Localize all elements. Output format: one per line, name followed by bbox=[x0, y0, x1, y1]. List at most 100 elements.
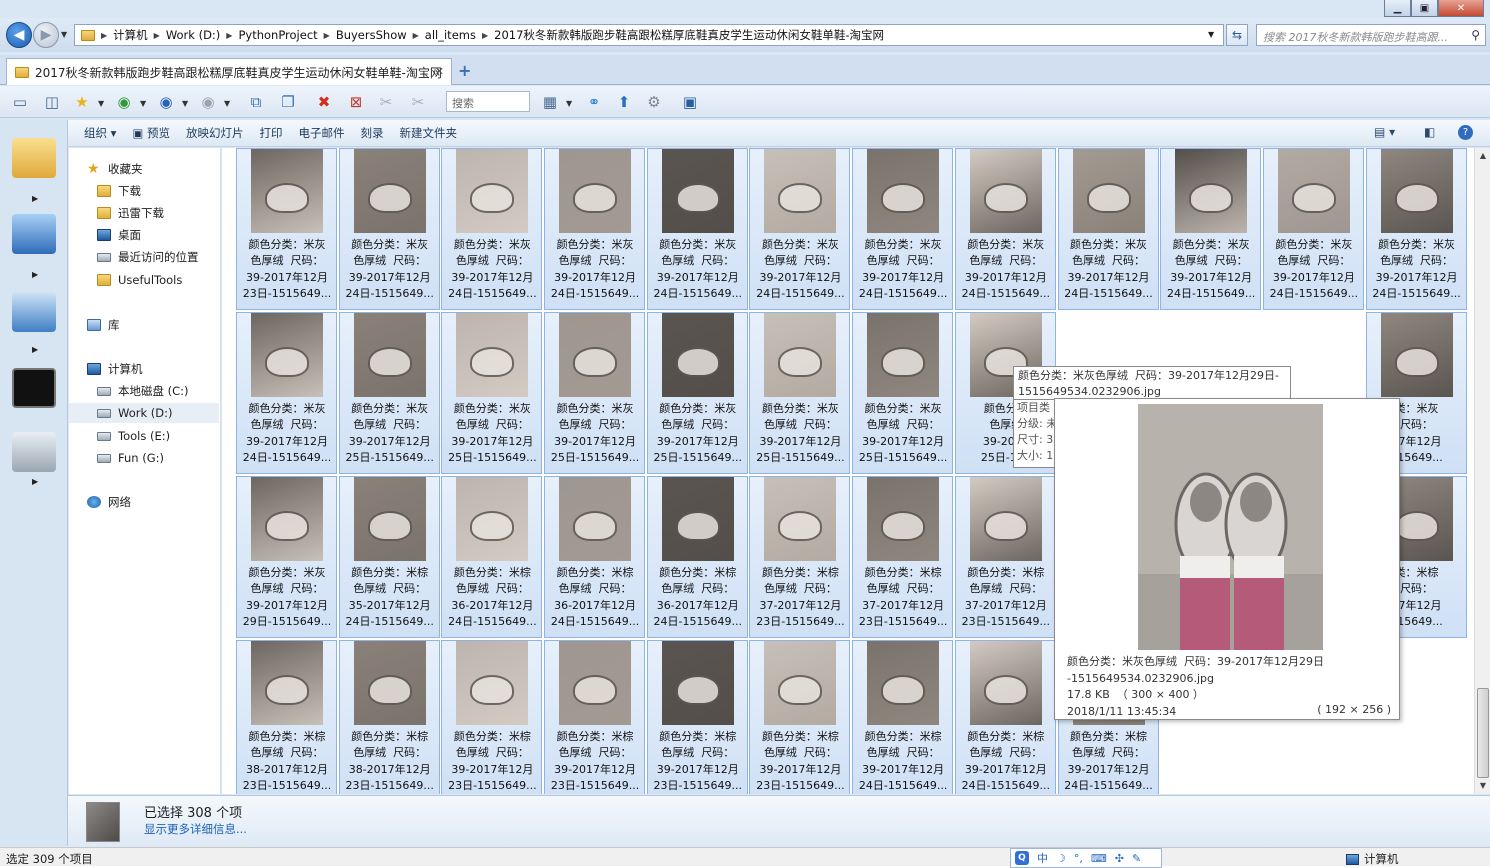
nav-drive-c[interactable]: 本地磁盘 (C:) bbox=[97, 381, 189, 401]
file-item[interactable]: 颜色分类：米棕 色厚绒 尺码： 36-2017年12月 24日-1515649.… bbox=[544, 476, 646, 638]
breadcrumb-computer[interactable]: 计算机 bbox=[113, 27, 148, 43]
nav-drive-g[interactable]: Fun (G:) bbox=[97, 448, 164, 468]
up-disabled-icon[interactable]: ◉ bbox=[198, 92, 218, 112]
maximize-button[interactable]: ▣ bbox=[1411, 0, 1438, 17]
forward-blue-icon[interactable]: ◉ bbox=[156, 92, 176, 112]
search-icon[interactable]: ⚲ bbox=[1471, 28, 1480, 42]
file-item[interactable]: 颜色分类：米棕 色厚绒 尺码： 38-2017年12月 23日-1515649.… bbox=[236, 640, 337, 794]
new-folder-button[interactable]: 新建文件夹 bbox=[399, 125, 457, 141]
chevron-down-icon[interactable]: ▼ bbox=[224, 99, 230, 108]
file-item[interactable]: 颜色分类：米灰 色厚绒 尺码： 39-2017年12月 29日-1515649.… bbox=[236, 476, 337, 638]
file-item[interactable]: 颜色分类：米灰 色厚绒 尺码： 39-2017年12月 24日-1515649.… bbox=[1262, 148, 1364, 310]
breadcrumb-current-folder[interactable]: 2017秋冬新款韩版跑步鞋高跟松糕厚底鞋真皮学生运动休闲女鞋单鞋-淘宝网 bbox=[494, 27, 884, 43]
preview-button[interactable]: ▣ 预览 bbox=[132, 125, 170, 141]
preview-pane-icon[interactable]: ◧ bbox=[1424, 125, 1435, 139]
ime-toolbar[interactable]: Q 中 ☽ °, ⌨ ✣ ✎ bbox=[1010, 848, 1162, 868]
nav-recent-places[interactable]: 最近访问的位置 bbox=[97, 247, 199, 267]
cut-icon[interactable]: ✂ bbox=[376, 92, 396, 112]
monitor-icon[interactable]: ▣ bbox=[680, 92, 700, 112]
file-item[interactable]: 颜色分类：米灰 色厚绒 尺码： 39-2017年12月 23日-1515649.… bbox=[236, 148, 337, 310]
computer-icon[interactable] bbox=[12, 214, 56, 254]
ime-settings-icon[interactable]: ✣ bbox=[1115, 852, 1124, 865]
chevron-down-icon[interactable]: ▼ bbox=[566, 99, 572, 108]
nav-computer[interactable]: 计算机 bbox=[87, 359, 143, 379]
history-dropdown-icon[interactable]: ▼ bbox=[61, 30, 67, 39]
ime-tools-icon[interactable]: ✎ bbox=[1132, 852, 1141, 865]
file-item[interactable]: 颜色分类：米灰 色厚绒 尺码： 39-2017年12月 25日-1515649.… bbox=[852, 312, 954, 474]
chevron-down-icon[interactable]: ▶ bbox=[32, 194, 38, 203]
file-item[interactable]: 颜色分类：米灰 色厚绒 尺码： 39-2017年12月 24日-1515649.… bbox=[544, 148, 646, 310]
file-item[interactable]: 颜色分类：米灰 色厚绒 尺码： 39-2017年12月 24日-1515649.… bbox=[338, 148, 440, 310]
toolbar-search-input[interactable]: 搜索 bbox=[446, 91, 530, 112]
breadcrumb-pythonproject[interactable]: PythonProject bbox=[238, 28, 317, 42]
file-item[interactable]: 颜色分类：米灰 色厚绒 尺码： 39-2017年12月 25日-1515649.… bbox=[749, 312, 851, 474]
file-item[interactable]: 颜色分类：米灰 色厚绒 尺码： 39-2017年12月 24日-1515649.… bbox=[954, 148, 1056, 310]
chevron-down-icon[interactable]: ▼ bbox=[98, 99, 104, 108]
change-view-icon[interactable]: ▤ ▾ bbox=[1374, 125, 1395, 139]
up-arrow-icon[interactable]: ⬆ bbox=[614, 92, 634, 112]
nav-drive-d[interactable]: Work (D:) bbox=[69, 403, 219, 423]
nav-drive-e[interactable]: Tools (E:) bbox=[97, 426, 170, 446]
search-input[interactable]: 搜索 2017秋冬新款韩版跑步鞋高跟... ⚲ bbox=[1256, 24, 1486, 46]
view-mode-icon[interactable]: ▦ bbox=[540, 92, 560, 112]
breadcrumb-buyersshow[interactable]: BuyersShow bbox=[336, 28, 407, 42]
back-green-icon[interactable]: ◉ bbox=[114, 92, 134, 112]
file-item[interactable]: 颜色分类：米灰 色厚绒 尺码： 39-2017年12月 25日-1515649.… bbox=[338, 312, 440, 474]
breadcrumb-all-items[interactable]: all_items bbox=[425, 28, 476, 42]
file-item[interactable]: 颜色分类：米棕 色厚绒 尺码： 38-2017年12月 23日-1515649.… bbox=[338, 640, 440, 794]
tab-close-icon[interactable]: ✕ bbox=[435, 65, 444, 78]
file-item[interactable]: 颜色分类：米灰 色厚绒 尺码： 39-2017年12月 24日-1515649.… bbox=[749, 148, 851, 310]
print-button[interactable]: 打印 bbox=[259, 125, 282, 141]
file-item[interactable]: 颜色分类：米灰 色厚绒 尺码： 39-2017年12月 24日-1515649.… bbox=[852, 148, 954, 310]
favorites-star-icon[interactable]: ★ bbox=[72, 92, 92, 112]
chevron-down-icon[interactable]: ▼ bbox=[182, 99, 188, 108]
breadcrumb-work-drive[interactable]: Work (D:) bbox=[166, 28, 220, 42]
breadcrumb-separator-icon[interactable]: ▶ bbox=[413, 31, 419, 40]
ime-chinese-mode[interactable]: 中 bbox=[1037, 850, 1048, 866]
nav-usefultools[interactable]: UsefulTools bbox=[97, 270, 182, 290]
organize-menu[interactable]: 组织 ▾ bbox=[84, 125, 116, 141]
tab-current-folder[interactable]: 2017秋冬新款韩版跑步鞋高跟松糕厚底鞋真皮学生运动休闲女鞋单鞋-淘宝网 ✕ bbox=[6, 58, 452, 85]
move-to-icon[interactable]: ❐ bbox=[278, 92, 298, 112]
chevron-down-icon[interactable]: ▶ bbox=[32, 270, 38, 279]
burn-button[interactable]: 刻录 bbox=[360, 125, 383, 141]
breadcrumb-separator-icon[interactable]: ▶ bbox=[324, 31, 330, 40]
chevron-down-icon[interactable]: ▶ bbox=[32, 477, 38, 486]
breadcrumb-separator-icon[interactable]: ▶ bbox=[154, 31, 160, 40]
ime-logo-icon[interactable]: Q bbox=[1015, 851, 1029, 865]
file-item[interactable]: 颜色分类：米灰 色厚绒 尺码： 39-2017年12月 24日-1515649.… bbox=[441, 148, 543, 310]
nav-libraries[interactable]: 库 bbox=[87, 315, 120, 335]
file-item[interactable]: 颜色分类：米棕 色厚绒 尺码： 36-2017年12月 24日-1515649.… bbox=[646, 476, 748, 638]
file-item[interactable]: 颜色分类：米灰 色厚绒 尺码： 39-2017年12月 25日-1515649.… bbox=[544, 312, 646, 474]
nav-favorites[interactable]: ★ 收藏夹 bbox=[87, 159, 143, 179]
refresh-button[interactable]: ⇆ bbox=[1226, 24, 1248, 46]
breadcrumb-separator-icon[interactable]: ▶ bbox=[226, 31, 232, 40]
copy-to-icon[interactable]: ⧉ bbox=[246, 92, 266, 112]
nav-network[interactable]: 网络 bbox=[87, 492, 131, 512]
back-button[interactable]: ◀ bbox=[6, 22, 32, 48]
file-item[interactable]: 颜色分类：米棕 色厚绒 尺码： 36-2017年12月 24日-1515649.… bbox=[441, 476, 543, 638]
file-item[interactable]: 颜色分类：米灰 色厚绒 尺码： 39-2017年12月 24日-1515649.… bbox=[1160, 148, 1262, 310]
show-more-details-link[interactable]: 显示更多详细信息... bbox=[144, 821, 247, 837]
file-item[interactable]: 颜色分类：米棕 色厚绒 尺码： 37-2017年12月 23日-1515649.… bbox=[852, 476, 954, 638]
nav-downloads[interactable]: 下载 bbox=[97, 181, 141, 201]
scroll-down-icon[interactable]: ▼ bbox=[1475, 778, 1490, 794]
command-prompt-icon[interactable] bbox=[12, 368, 56, 408]
file-item[interactable]: 颜色分类：米棕 色厚绒 尺码： 35-2017年12月 24日-1515649.… bbox=[338, 476, 440, 638]
nav-desktop[interactable]: 桌面 bbox=[97, 225, 141, 245]
dual-pane-icon[interactable]: ◫ bbox=[42, 92, 62, 112]
forward-button[interactable]: ▶ bbox=[33, 22, 59, 48]
single-pane-icon[interactable]: ▭ bbox=[10, 92, 30, 112]
explorer-folder-icon[interactable] bbox=[12, 138, 56, 178]
ime-punctuation-icon[interactable]: °, bbox=[1074, 852, 1083, 865]
close-button[interactable]: ✕ bbox=[1438, 0, 1484, 17]
email-button[interactable]: 电子邮件 bbox=[298, 125, 344, 141]
file-item[interactable]: 颜色分类：米灰 色厚绒 尺码： 39-2017年12月 25日-1515649.… bbox=[646, 312, 748, 474]
file-item[interactable]: 颜色分类：米棕 色厚绒 尺码： 39-2017年12月 23日-1515649.… bbox=[646, 640, 748, 794]
file-item[interactable]: 颜色分类：米棕 色厚绒 尺码： 39-2017年12月 23日-1515649.… bbox=[749, 640, 851, 794]
file-item[interactable]: 颜色分类：米灰 色厚绒 尺码： 39-2017年12月 24日-1515649.… bbox=[646, 148, 748, 310]
breadcrumb-separator-icon[interactable]: ▶ bbox=[482, 31, 488, 40]
new-tab-button[interactable]: + bbox=[458, 61, 471, 80]
scroll-thumb[interactable] bbox=[1477, 688, 1489, 778]
ime-keyboard-icon[interactable]: ⌨ bbox=[1091, 852, 1107, 865]
